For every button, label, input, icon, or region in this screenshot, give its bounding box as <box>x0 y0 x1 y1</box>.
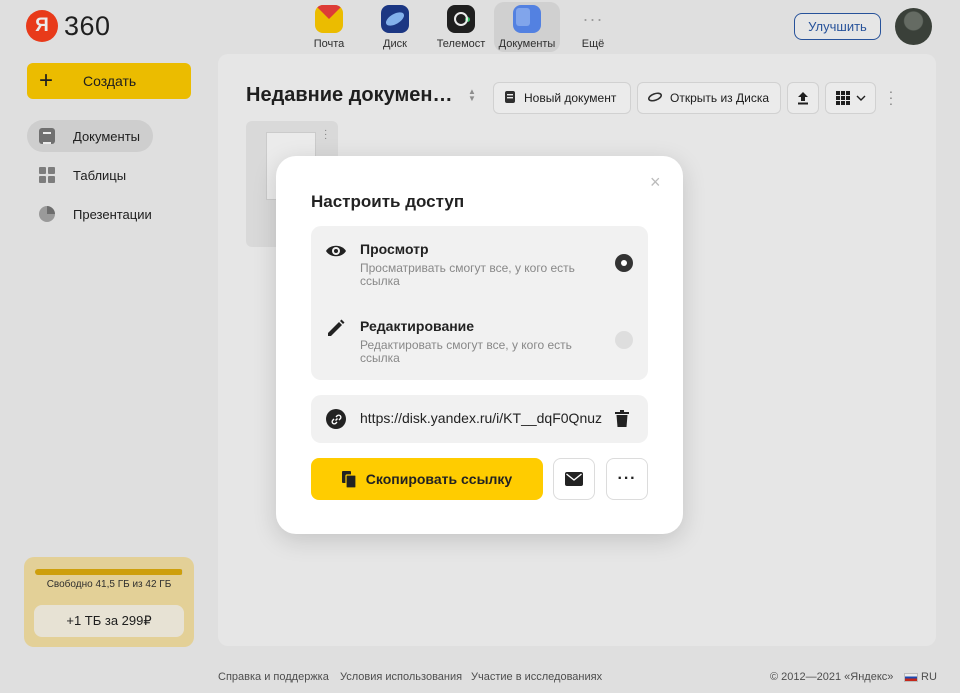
mail-icon <box>565 472 583 486</box>
access-options: Просмотр Просматривать смогут все, у ког… <box>311 226 648 380</box>
option-title: Редактирование <box>360 318 475 334</box>
view-radio[interactable] <box>615 254 633 272</box>
pencil-icon <box>328 319 345 336</box>
option-title: Просмотр <box>360 241 429 257</box>
share-link-field[interactable]: https://disk.yandex.ru/i/KT__dqF0Qnuz <box>311 395 648 443</box>
share-link-text[interactable]: https://disk.yandex.ru/i/KT__dqF0Qnuz <box>360 410 612 426</box>
copy-link-label: Скопировать ссылку <box>365 471 513 487</box>
edit-radio[interactable] <box>615 331 633 349</box>
eye-icon <box>326 245 346 257</box>
access-option-edit[interactable]: Редактирование Редактировать смогут все,… <box>311 303 648 380</box>
copy-icon <box>341 470 356 488</box>
send-email-button[interactable] <box>553 458 595 500</box>
dialog-title: Настроить доступ <box>311 192 465 211</box>
access-option-view[interactable]: Просмотр Просматривать смогут все, у ког… <box>311 226 648 303</box>
option-description: Просматривать смогут все, у кого есть сс… <box>360 261 575 288</box>
link-icon <box>326 409 346 429</box>
share-access-dialog: × Настроить доступ Просмотр Просматриват… <box>276 156 683 534</box>
more-dots-icon: ··· <box>617 470 637 487</box>
option-description: Редактировать смогут все, у кого есть сс… <box>360 338 572 365</box>
more-options-button[interactable]: ··· <box>606 458 648 500</box>
close-icon[interactable]: × <box>650 173 661 191</box>
copy-link-button[interactable]: Скопировать ссылку <box>311 458 543 500</box>
trash-icon[interactable] <box>615 410 629 427</box>
